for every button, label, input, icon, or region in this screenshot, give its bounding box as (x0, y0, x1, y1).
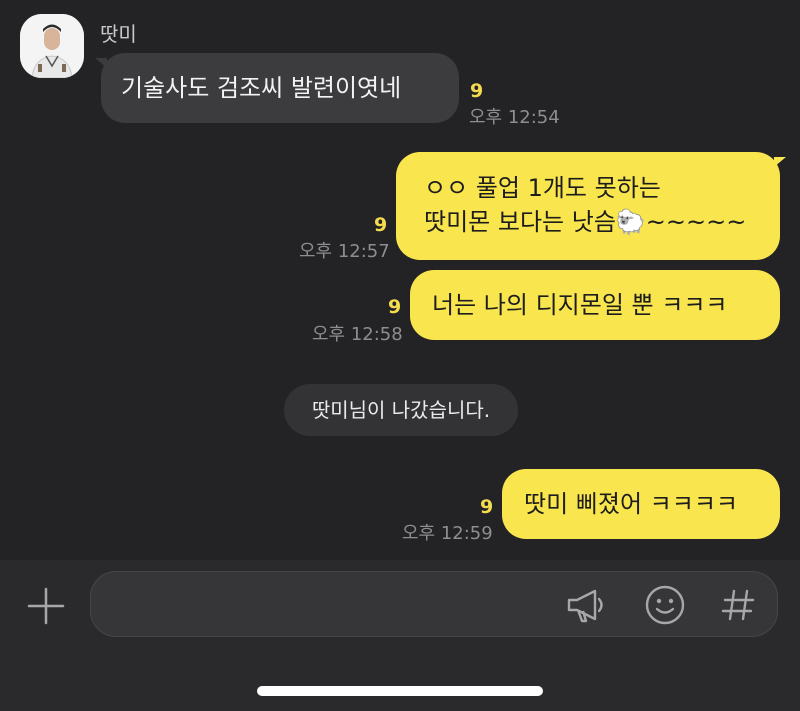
home-indicator[interactable] (257, 686, 543, 696)
chat-area: 땃미 기술사도 검조씨 발련이엿네 9 오후 12:54 ㅇㅇ 풀업 1개도 못… (0, 0, 800, 560)
system-notice: 땃미님이 나갔습니다. (284, 384, 518, 436)
sender-name: 땃미 (100, 22, 137, 46)
message-text: 기술사도 검조씨 발련이엿네 (121, 74, 402, 102)
megaphone-icon[interactable] (564, 583, 608, 627)
message-time: 오후 12:58 (312, 324, 403, 345)
emoji-icon[interactable] (643, 583, 687, 627)
bubble-tail (774, 157, 786, 167)
message-bubble-incoming[interactable]: 기술사도 검조씨 발련이엿네 (101, 53, 459, 123)
message-bubble-outgoing[interactable]: 너는 나의 디지몬일 뿐 ㅋㅋㅋ (410, 270, 780, 340)
message-time: 오후 12:57 (299, 241, 390, 262)
unread-count: 9 (470, 80, 484, 102)
message-time: 오후 12:59 (402, 523, 493, 544)
message-bubble-outgoing[interactable]: ㅇㅇ 풀업 1개도 못하는 땃미몬 보다는 낫슴🐑~~~~~ (396, 152, 780, 260)
avatar[interactable] (20, 14, 84, 78)
message-text-line: 땃미몬 보다는 낫슴🐑~~~~~ (424, 208, 747, 236)
message-text: 너는 나의 디지몬일 뿐 ㅋㅋㅋ (432, 291, 728, 319)
message-bubble-outgoing[interactable]: 땃미 삐졌어 ㅋㅋㅋㅋ (502, 469, 780, 539)
unread-count: 9 (374, 214, 388, 236)
hashtag-icon[interactable] (717, 583, 761, 627)
message-text-line: ㅇㅇ 풀업 1개도 못하는 (424, 174, 661, 202)
unread-count: 9 (480, 496, 494, 518)
message-text: 땃미 삐졌어 ㅋㅋㅋㅋ (524, 490, 738, 518)
message-time: 오후 12:54 (469, 107, 560, 128)
profile-photo-icon (20, 14, 84, 78)
plus-icon[interactable] (26, 586, 66, 626)
unread-count: 9 (388, 296, 402, 318)
